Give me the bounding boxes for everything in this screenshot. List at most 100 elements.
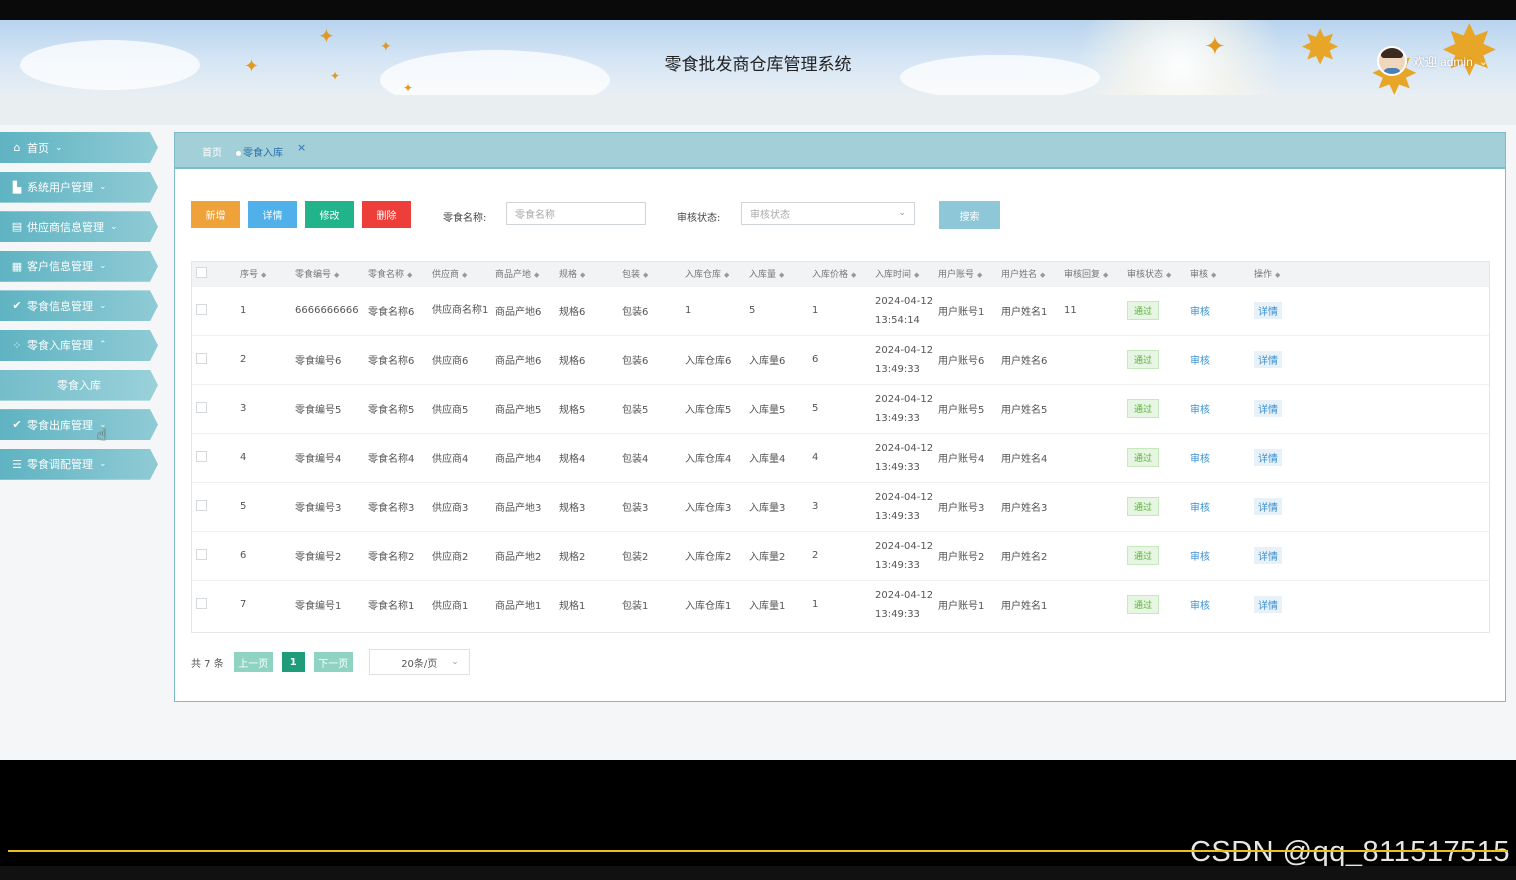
chevron-up-icon: ⌃ [99,340,107,351]
row-detail-button[interactable]: 详情 [1254,302,1282,319]
column-header[interactable]: 零食编号 ◆ [291,262,364,286]
column-header[interactable]: 序号 ◆ [236,262,291,286]
home-icon: ⌂ [13,141,21,154]
snack-name-input[interactable]: 零食名称 [506,202,646,225]
cell-no: 2 [240,354,247,365]
audit-status-select[interactable]: 审核状态 ⌄ [741,202,915,225]
column-header[interactable]: 用户姓名 ◆ [997,262,1060,286]
row-detail-button[interactable]: 详情 [1254,498,1282,515]
row-checkbox[interactable] [196,401,207,413]
row-detail-button[interactable]: 详情 [1254,449,1282,466]
sidebar-item-allocation[interactable]: ☰ 零食调配管理 ⌄ [0,448,158,480]
row-detail-button[interactable]: 详情 [1254,547,1282,564]
table-row: 3 零食编号5 零食名称5 供应商5 商品产地5 规格5 包装5 入库仓库5 入库量5 5 2024… [192,384,1489,433]
audit-link[interactable]: 审核 [1190,503,1210,514]
sort-icon: ◆ [914,271,920,280]
column-header[interactable]: 规格 ◆ [555,262,618,286]
audit-link[interactable]: 审核 [1190,307,1210,318]
column-header[interactable]: 供应商 ◆ [428,262,491,286]
sidebar-item-stock-out[interactable]: ✔ 零食出库管理 ⌄ [0,409,158,441]
breadcrumb-current[interactable]: 零食入库 [236,144,283,159]
video-progress-bar[interactable] [8,850,1508,852]
row-checkbox[interactable] [196,597,207,609]
chevron-down-icon: ⌄ [451,657,459,667]
cell-pack: 包装5 [622,405,649,416]
sort-icon: ◆ [407,271,413,280]
close-icon[interactable]: × [297,141,306,154]
sort-icon: ◆ [724,271,730,280]
sidebar-item-customers[interactable]: ▦ 客户信息管理 ⌄ [0,250,158,282]
column-header[interactable]: 审核状态 ◆ [1123,262,1186,286]
chevron-down-icon: ⌄ [99,261,107,272]
audit-link[interactable]: 审核 [1190,405,1210,416]
sidebar-item-home[interactable]: ⌂ 首页 ⌄ [0,132,158,163]
select-all-checkbox[interactable] [196,266,207,278]
audit-status-placeholder: 审核状态 [750,210,790,221]
column-header[interactable]: 商品产地 ◆ [491,262,555,286]
cell-code: 零食编号5 [295,405,342,416]
cell-spec: 规格3 [559,503,586,514]
list-icon: ☰ [12,457,22,471]
watermark: CSDN @qq_811517515 [1189,836,1510,868]
app-window: ✦ ✦ ✦ ✦ ✦ ✦ ✸ ✸ ✸ 零食批发商仓库管理系统 欢迎 admin ⌄… [0,20,1516,760]
sidebar-item-stock-in[interactable]: ⁘ 零食入库管理 ⌃ [0,329,158,361]
cell-name: 零食名称4 [368,454,415,465]
cell-spec: 规格2 [559,552,586,563]
delete-button[interactable]: 删除 [362,201,411,228]
edit-button[interactable]: 修改 [305,201,354,228]
audit-link[interactable]: 审核 [1190,356,1210,367]
column-header[interactable]: 审核 ◆ [1186,262,1250,286]
cell-name: 零食名称1 [368,601,415,613]
cell-pack: 包装1 [622,601,649,613]
cell-name: 零食名称6 [368,307,415,318]
column-header[interactable]: 入库量 ◆ [745,262,808,286]
column-header[interactable]: 零食名称 ◆ [364,262,428,286]
user-menu[interactable]: 欢迎 admin ⌄ [1376,46,1488,76]
row-checkbox[interactable] [196,303,207,315]
sidebar-item-suppliers[interactable]: ▤ 供应商信息管理 ⌄ [0,211,158,243]
row-detail-button[interactable]: 详情 [1254,400,1282,417]
page-number-button[interactable]: 1 [281,652,305,672]
cell-account: 用户账号3 [938,503,985,514]
cell-spec: 规格6 [559,356,586,367]
column-header[interactable]: 审核回复 ◆ [1060,262,1123,286]
cell-origin: 商品产地6 [495,356,542,367]
table-row: 1 6666666666 零食名称6 供应商名称1 商品产地6 规格6 包装6 1 5 1 2024… [192,286,1489,335]
search-button[interactable]: 搜索 [939,201,1000,229]
breadcrumb-home[interactable]: 首页 [202,144,222,159]
column-header[interactable]: 包装 ◆ [618,262,681,286]
row-checkbox[interactable] [196,450,207,462]
prev-page-button[interactable]: 上一页 [233,652,273,672]
cell-reply [1060,531,1123,580]
audit-link[interactable]: 审核 [1190,454,1210,465]
cell-name: 零食名称3 [368,503,415,514]
check-circle-icon: ✔ [12,418,22,432]
column-header[interactable]: 用户账号 ◆ [934,262,997,286]
sidebar-item-label: 零食信息管理 [27,299,93,313]
cell-time: 2024-04-12 13:54:14 [875,295,934,326]
card-icon: ▤ [11,220,23,234]
sidebar-subitem-stock-in[interactable]: 零食入库 [0,369,158,401]
column-header[interactable]: 入库价格 ◆ [808,262,871,286]
grid-icon: ▦ [11,259,23,273]
next-page-button[interactable]: 下一页 [313,652,353,672]
add-button[interactable]: 新增 [191,201,240,228]
data-table: 序号 ◆ 零食编号 ◆ 零食名称 ◆ 供应商 ◆ 商品产地 ◆ 规格 ◆ 包装 ◆ 入库仓库 ◆… [191,261,1490,633]
audit-status-label: 审核状态: [677,213,721,224]
audit-link[interactable]: 审核 [1190,552,1210,563]
detail-button[interactable]: 详情 [248,201,297,228]
row-detail-button[interactable]: 详情 [1254,596,1282,614]
cell-reply [1060,384,1123,433]
sidebar-item-system-users[interactable]: ▙ 系统用户管理 ⌄ [0,171,158,203]
row-detail-button[interactable]: 详情 [1254,351,1282,368]
sidebar-item-snacks[interactable]: ✔ 零食信息管理 ⌄ [0,290,158,322]
row-checkbox[interactable] [196,352,207,364]
column-header[interactable]: 入库仓库 ◆ [681,262,745,286]
column-header[interactable]: 入库时间 ◆ [871,262,934,286]
page-size-select[interactable]: 20条/页 ⌄ [368,649,470,675]
column-header[interactable]: 操作 ◆ [1250,262,1489,286]
audit-link[interactable]: 审核 [1190,601,1210,612]
row-checkbox[interactable] [196,548,207,560]
cell-origin: 商品产地6 [495,307,542,318]
row-checkbox[interactable] [196,499,207,511]
